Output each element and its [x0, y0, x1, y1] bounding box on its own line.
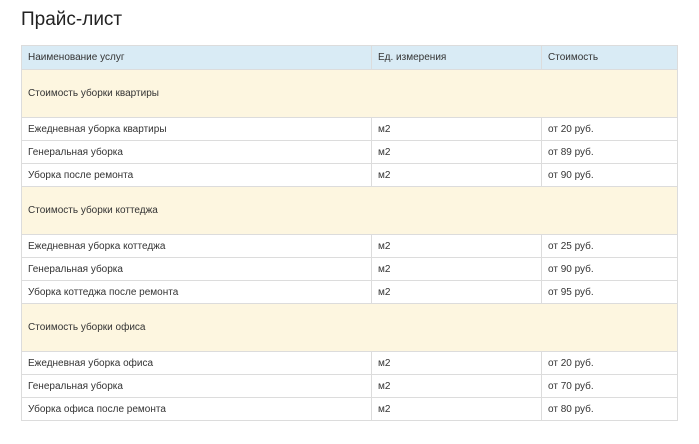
unit-cell: м2	[371, 374, 542, 398]
service-name-cell: Ежедневная уборка офиса	[21, 351, 372, 375]
unit-cell: м2	[371, 280, 542, 304]
table-row: Ежедневная уборка офиса м2 от 20 руб.	[21, 351, 678, 375]
section-row-office: Стоимость уборки офиса	[21, 303, 678, 352]
table-row: Генеральная уборка м2 от 70 руб.	[21, 374, 678, 398]
price-table: Наименование услуг Ед. измерения Стоимос…	[21, 45, 678, 421]
section-row-cottage: Стоимость уборки коттеджа	[21, 186, 678, 235]
table-row: Уборка коттеджа после ремонта м2 от 95 р…	[21, 280, 678, 304]
service-name-cell: Генеральная уборка	[21, 257, 372, 281]
unit-cell: м2	[371, 397, 542, 421]
table-header-row: Наименование услуг Ед. измерения Стоимос…	[21, 45, 678, 70]
column-header-unit: Ед. измерения	[371, 45, 542, 70]
price-cell: от 90 руб.	[541, 257, 678, 281]
column-header-name: Наименование услуг	[21, 45, 372, 70]
table-row: Генеральная уборка м2 от 89 руб.	[21, 140, 678, 164]
price-cell: от 80 руб.	[541, 397, 678, 421]
price-cell: от 95 руб.	[541, 280, 678, 304]
service-name-cell: Генеральная уборка	[21, 374, 372, 398]
price-cell: от 90 руб.	[541, 163, 678, 187]
unit-cell: м2	[371, 163, 542, 187]
service-name-cell: Уборка после ремонта	[21, 163, 372, 187]
section-row-apartment: Стоимость уборки квартиры	[21, 69, 678, 118]
unit-cell: м2	[371, 234, 542, 258]
unit-cell: м2	[371, 117, 542, 141]
price-cell: от 89 руб.	[541, 140, 678, 164]
unit-cell: м2	[371, 140, 542, 164]
table-row: Ежедневная уборка квартиры м2 от 20 руб.	[21, 117, 678, 141]
price-cell: от 25 руб.	[541, 234, 678, 258]
section-title: Стоимость уборки квартиры	[21, 69, 678, 118]
service-name-cell: Ежедневная уборка квартиры	[21, 117, 372, 141]
unit-cell: м2	[371, 351, 542, 375]
price-cell: от 20 руб.	[541, 117, 678, 141]
table-row: Ежедневная уборка коттеджа м2 от 25 руб.	[21, 234, 678, 258]
table-row: Уборка офиса после ремонта м2 от 80 руб.	[21, 397, 678, 421]
section-title: Стоимость уборки коттеджа	[21, 186, 678, 235]
service-name-cell: Уборка коттеджа после ремонта	[21, 280, 372, 304]
page-title: Прайс-лист	[21, 9, 123, 30]
service-name-cell: Ежедневная уборка коттеджа	[21, 234, 372, 258]
price-cell: от 20 руб.	[541, 351, 678, 375]
section-title: Стоимость уборки офиса	[21, 303, 678, 352]
table-row: Генеральная уборка м2 от 90 руб.	[21, 257, 678, 281]
service-name-cell: Уборка офиса после ремонта	[21, 397, 372, 421]
service-name-cell: Генеральная уборка	[21, 140, 372, 164]
table-row: Уборка после ремонта м2 от 90 руб.	[21, 163, 678, 187]
unit-cell: м2	[371, 257, 542, 281]
price-cell: от 70 руб.	[541, 374, 678, 398]
column-header-price: Стоимость	[541, 45, 678, 70]
